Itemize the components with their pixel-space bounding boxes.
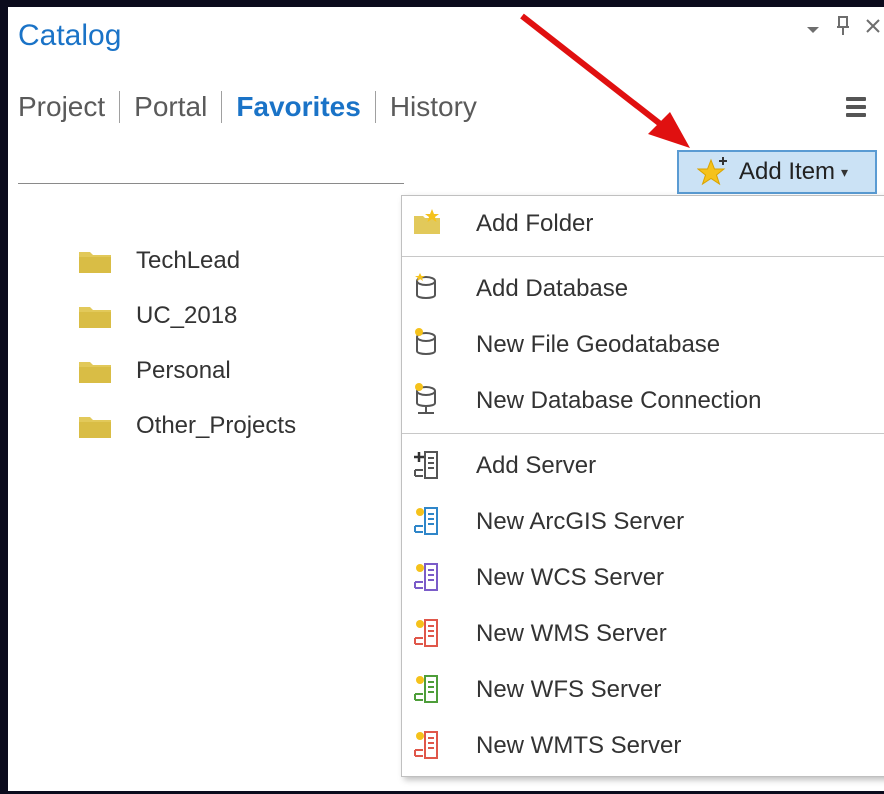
wcs-server-icon — [414, 563, 438, 591]
add-database-icon — [415, 273, 436, 299]
list-item[interactable]: UC_2018 — [78, 288, 296, 343]
menu-item-new-wfs-server[interactable]: New WFS Server — [402, 662, 884, 718]
hamburger-menu-icon[interactable] — [846, 97, 866, 121]
menu-item-new-database-connection[interactable]: New Database Connection — [402, 373, 884, 429]
folder-label: Other_Projects — [136, 411, 297, 439]
menu-item-new-file-geodatabase[interactable]: New File Geodatabase — [402, 317, 884, 373]
wmts-server-icon — [414, 731, 438, 759]
arcgis-server-icon — [414, 507, 438, 535]
menu-separator — [402, 256, 884, 257]
menu-item-new-wmts-server[interactable]: New WMTS Server — [402, 718, 884, 774]
folder-icon — [79, 251, 111, 273]
menu-item-add-folder[interactable]: Add Folder — [402, 196, 884, 252]
folder-icon — [79, 306, 111, 328]
menu-item-label: Add Server — [476, 452, 597, 479]
menu-item-add-server[interactable]: Add Server — [402, 438, 884, 494]
list-item[interactable]: TechLead — [78, 233, 296, 288]
tab-separator — [374, 91, 376, 123]
menu-item-label: Add Database — [476, 275, 629, 302]
menu-item-label: New WFS Server — [476, 676, 662, 703]
close-icon[interactable] — [862, 17, 884, 41]
wms-server-icon — [414, 619, 438, 647]
tab-project[interactable]: Project — [18, 91, 105, 123]
menu-item-label: New File Geodatabase — [476, 331, 721, 358]
menu-item-add-database[interactable]: Add Database — [402, 261, 884, 317]
list-item[interactable]: Personal — [78, 343, 296, 398]
dropdown-chevron-icon[interactable] — [802, 18, 824, 41]
tab-portal[interactable]: Portal — [134, 91, 207, 123]
screenshot-frame: Catalog Project Portal Favorites History — [0, 0, 884, 794]
menu-item-new-wcs-server[interactable]: New WCS Server — [402, 550, 884, 606]
menu-separator — [402, 433, 884, 434]
menu-item-new-wms-server[interactable]: New WMS Server — [402, 606, 884, 662]
window-controls — [802, 15, 884, 43]
tab-separator — [119, 91, 121, 123]
wfs-server-icon — [414, 675, 438, 703]
add-item-label: Add Item — [739, 158, 836, 185]
folder-label: TechLead — [136, 246, 241, 274]
folder-icon — [79, 361, 111, 383]
tab-separator — [221, 91, 223, 123]
star-plus-icon — [697, 157, 727, 186]
menu-item-label: New ArcGIS Server — [476, 508, 685, 535]
folder-label: Personal — [136, 356, 231, 384]
add-item-dropdown-menu: Add Folder Add Database New File Geodata… — [401, 195, 884, 777]
caret-down-icon: ▾ — [841, 163, 849, 180]
tab-history[interactable]: History — [390, 91, 477, 123]
tab-favorites[interactable]: Favorites — [236, 91, 361, 123]
favorites-list: TechLead UC_2018 Personal Other_Projects — [78, 233, 296, 453]
folder-label: UC_2018 — [136, 301, 238, 329]
catalog-tabs: Project Portal Favorites History — [18, 91, 477, 123]
menu-item-label: New WMS Server — [476, 620, 667, 647]
folder-icon — [79, 416, 111, 438]
menu-item-label: New WMTS Server — [476, 732, 682, 759]
database-connection-icon — [415, 383, 436, 414]
menu-item-label: Add Folder — [476, 210, 594, 237]
divider — [18, 183, 404, 184]
menu-item-label: New WCS Server — [476, 564, 665, 591]
menu-item-new-arcgis-server[interactable]: New ArcGIS Server — [402, 494, 884, 550]
add-server-icon — [414, 451, 438, 479]
pane-title: Catalog — [18, 19, 122, 52]
new-geodatabase-icon — [415, 328, 436, 355]
pin-icon[interactable] — [832, 15, 854, 43]
add-folder-icon — [414, 209, 440, 234]
catalog-pane: Catalog Project Portal Favorites History — [8, 7, 884, 791]
list-item[interactable]: Other_Projects — [78, 398, 296, 453]
add-item-button[interactable]: Add Item ▾ — [677, 150, 877, 194]
menu-item-label: New Database Connection — [476, 387, 762, 414]
